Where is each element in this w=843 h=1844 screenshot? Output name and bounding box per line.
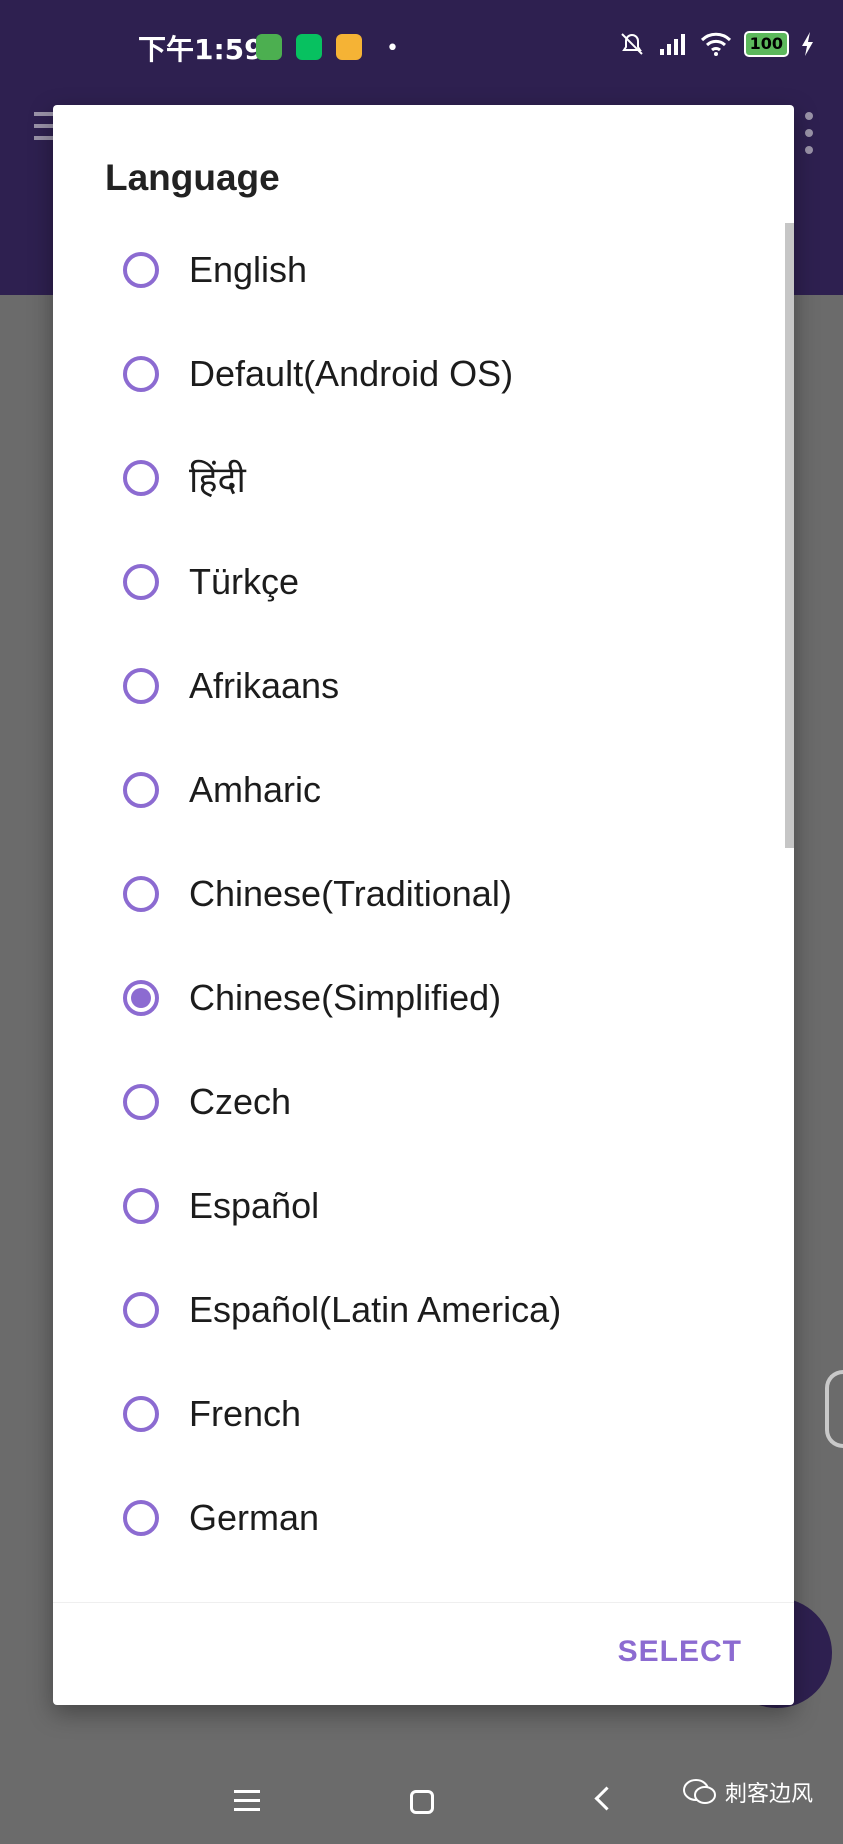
- status-right-icons: 100: [618, 30, 815, 58]
- option-label: Chinese(Simplified): [189, 977, 502, 1018]
- language-option-amharic[interactable]: Amharic: [123, 755, 723, 825]
- radio-button[interactable]: [123, 252, 159, 288]
- radio-button[interactable]: [123, 564, 159, 600]
- language-dialog: Language English Default(Android OS) हिं…: [53, 105, 794, 1705]
- language-option-french[interactable]: French: [123, 1379, 723, 1449]
- home-icon[interactable]: [410, 1790, 434, 1814]
- option-label: German: [189, 1497, 320, 1538]
- notification-dot: •: [386, 36, 399, 61]
- status-bar: 下午1:59 • 100: [0, 0, 843, 95]
- language-option-default[interactable]: Default(Android OS): [123, 339, 723, 409]
- radio-button-selected[interactable]: [123, 980, 159, 1016]
- wifi-icon: [700, 32, 731, 56]
- back-icon[interactable]: [594, 1786, 619, 1811]
- language-option-spanish-latam[interactable]: Español(Latin America): [123, 1275, 723, 1345]
- battery-indicator: 100: [743, 31, 789, 57]
- radio-button[interactable]: [123, 1396, 159, 1432]
- signal-icon: [659, 34, 685, 55]
- radio-button[interactable]: [123, 356, 159, 392]
- list-scrollbar[interactable]: [785, 223, 794, 848]
- language-option-spanish[interactable]: Español: [123, 1171, 723, 1241]
- option-label: Amharic: [189, 769, 322, 810]
- recents-menu-icon[interactable]: [234, 1790, 260, 1817]
- option-label: Czech: [189, 1081, 292, 1122]
- radio-selected-dot: [131, 988, 151, 1008]
- language-option-czech[interactable]: Czech: [123, 1067, 723, 1137]
- radio-button[interactable]: [123, 1188, 159, 1224]
- wechat-logo-icon: [682, 1779, 716, 1804]
- select-button[interactable]: SELECT: [618, 1635, 742, 1669]
- radio-button[interactable]: [123, 1292, 159, 1328]
- charging-bolt-icon: [802, 32, 813, 56]
- option-label: Default(Android OS): [189, 353, 514, 394]
- language-list[interactable]: English Default(Android OS) हिंदी Türkçe…: [53, 235, 794, 1705]
- language-option-chinese-simplified[interactable]: Chinese(Simplified): [123, 963, 723, 1033]
- option-label: English: [189, 249, 308, 290]
- option-label: Chinese(Traditional): [189, 873, 512, 914]
- option-label: Español: [189, 1185, 320, 1226]
- watermark-text: 刺客边风: [724, 1782, 813, 1807]
- language-option-english[interactable]: English: [123, 235, 723, 305]
- more-options-icon[interactable]: [805, 112, 813, 163]
- option-label: Afrikaans: [189, 665, 340, 706]
- radio-button[interactable]: [123, 876, 159, 912]
- mute-bell-icon: [620, 33, 643, 55]
- radio-button[interactable]: [123, 668, 159, 704]
- notes-app-icon: [336, 34, 362, 60]
- language-option-chinese-traditional[interactable]: Chinese(Traditional): [123, 859, 723, 929]
- option-label: Türkçe: [189, 561, 300, 602]
- radio-button[interactable]: [123, 1084, 159, 1120]
- radio-button[interactable]: [123, 772, 159, 808]
- language-option-turkish[interactable]: Türkçe: [123, 547, 723, 617]
- radio-button[interactable]: [123, 1500, 159, 1536]
- wechat-icon: [296, 34, 322, 60]
- status-time: 下午1:59: [138, 33, 264, 66]
- option-label: Español(Latin America): [189, 1289, 562, 1330]
- radio-button[interactable]: [123, 460, 159, 496]
- language-option-hindi[interactable]: हिंदी: [123, 443, 723, 513]
- option-label: हिंदी: [189, 458, 246, 500]
- dialog-divider: [53, 1602, 794, 1603]
- watermark: 刺客边风: [682, 1776, 813, 1808]
- dialog-title: Language: [105, 157, 280, 198]
- language-option-afrikaans[interactable]: Afrikaans: [123, 651, 723, 721]
- edge-gesture-handle[interactable]: [825, 1370, 843, 1448]
- language-option-german[interactable]: German: [123, 1483, 723, 1553]
- android-app-icon: [256, 34, 282, 60]
- option-label: French: [189, 1393, 302, 1434]
